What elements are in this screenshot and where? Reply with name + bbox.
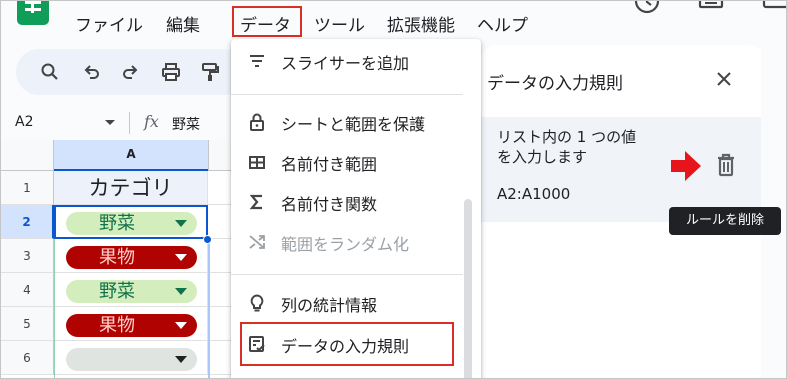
cell-a5[interactable]: 果物 — [54, 307, 208, 341]
selection-range-edge — [208, 239, 210, 378]
cell-a6[interactable] — [54, 341, 208, 375]
selection-range-edge — [54, 239, 55, 378]
menu-item-label: スライサーを追加 — [281, 54, 410, 73]
spreadsheet-grid: A 1 2 3 4 5 6 カテゴリ 野菜 果物 野菜 果物 — [1, 140, 238, 378]
shuffle-icon — [249, 235, 265, 249]
redo-icon[interactable] — [120, 62, 140, 82]
name-box[interactable]: A2 — [15, 114, 33, 130]
history-icon[interactable] — [633, 0, 661, 17]
comment-icon[interactable] — [698, 0, 726, 17]
undo-icon[interactable] — [82, 62, 102, 82]
menu-item-label: シートと範囲を保護 — [281, 115, 426, 134]
menu-item-add-slicer[interactable]: スライサーを追加 — [231, 43, 463, 79]
present-icon[interactable] — [761, 0, 787, 17]
chip-label: 野菜 — [99, 281, 135, 302]
name-box-chevron-down-icon[interactable] — [105, 120, 115, 125]
dropdown-chip[interactable]: 野菜 — [66, 280, 197, 303]
menu-tools[interactable]: ツール — [314, 11, 365, 36]
cell-a3[interactable]: 果物 — [54, 239, 208, 273]
data-validation-highlight — [240, 322, 454, 366]
menu-help[interactable]: ヘルプ — [477, 11, 528, 36]
cell-a1[interactable]: カテゴリ — [54, 171, 208, 205]
toolbar — [16, 49, 246, 95]
cell-a4[interactable]: 野菜 — [54, 273, 208, 307]
named-range-icon — [249, 156, 265, 169]
dropdown-chip[interactable]: 果物 — [66, 246, 197, 269]
row-header-2[interactable]: 2 — [1, 205, 54, 239]
chevron-down-icon[interactable] — [175, 322, 187, 329]
close-icon[interactable] — [716, 71, 732, 87]
row-header-1[interactable]: 1 — [1, 171, 54, 205]
row-header-4[interactable]: 4 — [1, 273, 54, 307]
menu-item-label: 名前付き関数 — [281, 195, 378, 214]
column-header-a[interactable]: A — [54, 140, 208, 171]
menu-scrollbar[interactable] — [464, 199, 472, 378]
lightbulb-icon — [250, 294, 264, 312]
menu-divider — [231, 94, 463, 95]
data-menu-dropdown: スライサーを追加 シートと範囲を保護 名前付き範囲 名前付き関数 範囲をランダム… — [231, 39, 481, 378]
pointer-arrow-icon — [671, 151, 701, 181]
row-header-3[interactable]: 3 — [1, 239, 54, 273]
sigma-icon — [249, 194, 262, 210]
rule-description: リスト内の 1 つの値 を入力します — [497, 127, 667, 167]
menu-divider — [231, 274, 463, 275]
menu-bar: ファイル 編集 データ ツール 拡張機能 ヘルプ — [1, 0, 787, 43]
menu-item-label: 名前付き範囲 — [281, 155, 378, 174]
chevron-down-icon[interactable] — [175, 254, 187, 261]
menu-extensions[interactable]: 拡張機能 — [387, 11, 455, 36]
paint-format-icon[interactable] — [200, 62, 220, 82]
menu-file[interactable]: ファイル — [75, 11, 143, 36]
active-cell-outline — [54, 205, 208, 239]
chip-label: 果物 — [99, 315, 135, 336]
sheets-logo-icon[interactable] — [17, 1, 49, 25]
formula-divider — [129, 112, 130, 134]
fx-icon: fx — [144, 112, 159, 131]
menu-edit[interactable]: 編集 — [166, 11, 200, 36]
row-header-6[interactable]: 6 — [1, 341, 54, 375]
rule-description-line: リスト内の 1 つの値 — [497, 128, 637, 146]
filter-lines-icon — [250, 55, 264, 67]
menu-item-named-functions[interactable]: 名前付き関数 — [231, 184, 463, 220]
menu-item-label: 範囲をランダム化 — [281, 235, 410, 254]
fill-handle[interactable] — [203, 235, 212, 244]
chevron-down-icon[interactable] — [175, 288, 187, 295]
menu-item-label: 列の統計情報 — [281, 296, 378, 315]
chip-label: 果物 — [99, 247, 135, 268]
dropdown-chip[interactable]: 果物 — [66, 314, 197, 337]
formula-bar: A2 fx 野菜 — [1, 108, 231, 138]
menu-item-named-ranges[interactable]: 名前付き範囲 — [231, 144, 463, 180]
panel-title: データの入力規則 — [487, 74, 623, 94]
select-all-corner[interactable] — [1, 140, 54, 171]
formula-input[interactable]: 野菜 — [172, 114, 200, 134]
search-icon[interactable] — [40, 62, 60, 82]
dropdown-chip[interactable] — [66, 348, 197, 371]
menu-item-column-stats[interactable]: 列の統計情報 — [231, 285, 463, 321]
menu-item-randomize-range: 範囲をランダム化 — [231, 224, 463, 260]
print-icon[interactable] — [161, 62, 181, 82]
rule-range: A2:A1000 — [497, 185, 571, 203]
app-window: ファイル 編集 データ ツール 拡張機能 ヘルプ A2 fx 野菜 A 1 2 … — [0, 0, 787, 379]
rule-description-line: を入力します — [497, 148, 588, 166]
trash-icon[interactable] — [715, 152, 737, 178]
chevron-down-icon[interactable] — [175, 356, 187, 363]
menu-data-highlight — [232, 6, 302, 37]
row-header-5[interactable]: 5 — [1, 307, 54, 341]
lock-icon — [250, 113, 264, 131]
delete-rule-tooltip: ルールを削除 — [669, 207, 781, 235]
menu-item-protect-sheets[interactable]: シートと範囲を保護 — [231, 104, 463, 140]
